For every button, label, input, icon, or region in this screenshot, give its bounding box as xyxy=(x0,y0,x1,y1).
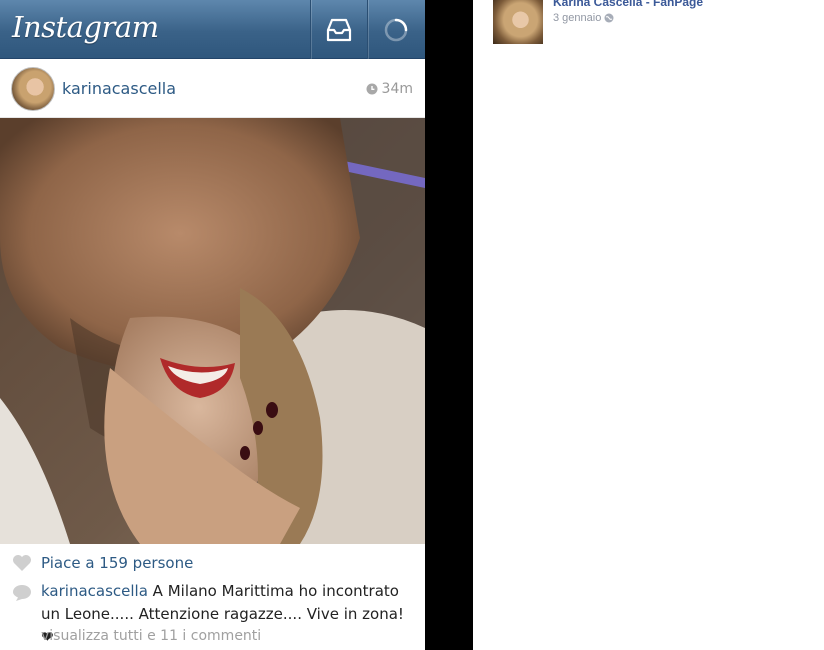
likes-row: Piace a 159 persone xyxy=(0,552,425,574)
caption-username[interactable]: karinacascella xyxy=(41,582,148,600)
post-photo[interactable] xyxy=(0,118,425,544)
page-name-link[interactable]: Karina Cascella - FanPage xyxy=(553,0,703,9)
page-avatar[interactable] xyxy=(493,0,543,44)
clock-icon xyxy=(366,83,378,95)
post-time: 34m xyxy=(381,81,413,97)
post-header: karinacascella 34m xyxy=(0,59,425,118)
photo-image xyxy=(0,118,425,544)
post-username[interactable]: karinacascella xyxy=(62,79,176,98)
inbox-button[interactable] xyxy=(310,0,367,59)
comment-bubble-icon[interactable] xyxy=(12,584,32,602)
view-all-comments-link[interactable]: visualizza tutti e 11 i commenti xyxy=(41,628,261,644)
separator-strip xyxy=(425,0,473,650)
avatar[interactable] xyxy=(11,67,55,111)
post-timestamp: 34m xyxy=(366,81,413,97)
heart-icon[interactable] xyxy=(12,554,32,572)
refresh-button[interactable] xyxy=(367,0,424,59)
likes-count[interactable]: Piace a 159 persone xyxy=(41,554,193,572)
instagram-logo: Instagram xyxy=(12,10,159,44)
post-meta: 3 gennaio xyxy=(553,12,614,24)
instagram-screenshot: Instagram karinacascella 34m Piace a 159… xyxy=(0,0,425,650)
inbox-tray-icon xyxy=(326,18,352,41)
loading-spinner-icon xyxy=(384,18,408,41)
globe-icon[interactable] xyxy=(604,13,614,23)
post-date[interactable]: 3 gennaio xyxy=(553,12,601,24)
instagram-header: Instagram xyxy=(0,0,425,59)
caption-row: karinacascella A Milano Marittima ho inc… xyxy=(0,580,425,646)
